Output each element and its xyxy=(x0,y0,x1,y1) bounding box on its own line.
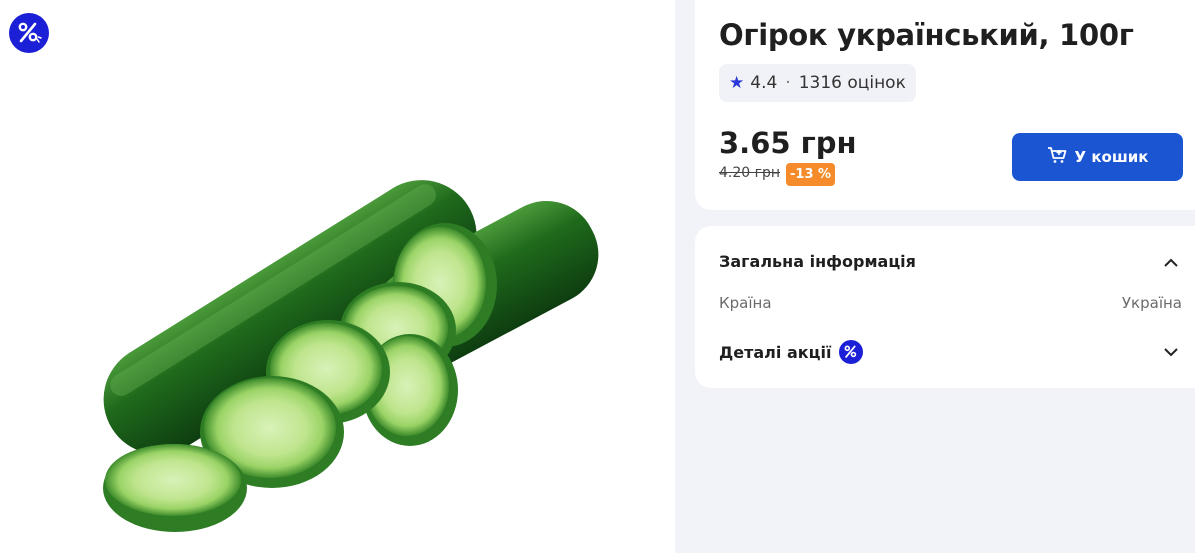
current-price: 3.65 грн xyxy=(719,126,857,160)
cart-icon xyxy=(1047,146,1067,168)
promo-percent-icon xyxy=(839,340,864,364)
rating-score: 4.4 xyxy=(750,73,778,93)
product-summary-card: Огірок український, 100г ★ 4.4 · 1316 оц… xyxy=(695,0,1195,210)
star-icon: ★ xyxy=(729,73,745,93)
product-info-card: Загальна інформація Країна Україна Детал… xyxy=(695,226,1195,388)
rating-summary[interactable]: ★ 4.4 · 1316 оцінок xyxy=(719,64,916,102)
country-label: Країна xyxy=(719,294,772,312)
chevron-up-icon[interactable] xyxy=(1161,252,1181,272)
rating-separator: · xyxy=(785,73,791,93)
promo-details-toggle[interactable]: Деталі акції xyxy=(719,340,864,364)
cucumber-image xyxy=(103,180,599,532)
add-to-cart-label: У кошик xyxy=(1074,148,1149,166)
rating-count: 1316 оцінок xyxy=(798,73,906,93)
product-title: Огірок український, 100г xyxy=(719,18,1134,52)
add-to-cart-button[interactable]: У кошик xyxy=(1012,133,1183,181)
general-info-title[interactable]: Загальна інформація xyxy=(719,252,916,271)
promo-percent-icon[interactable] xyxy=(9,13,49,53)
chevron-down-icon[interactable] xyxy=(1161,342,1181,362)
promo-details-title: Деталі акції xyxy=(719,342,832,362)
discount-badge: -13 % xyxy=(786,163,836,186)
old-price: 4.20 грн xyxy=(719,165,781,181)
country-value: Україна xyxy=(1121,294,1182,312)
product-gallery xyxy=(0,0,675,553)
